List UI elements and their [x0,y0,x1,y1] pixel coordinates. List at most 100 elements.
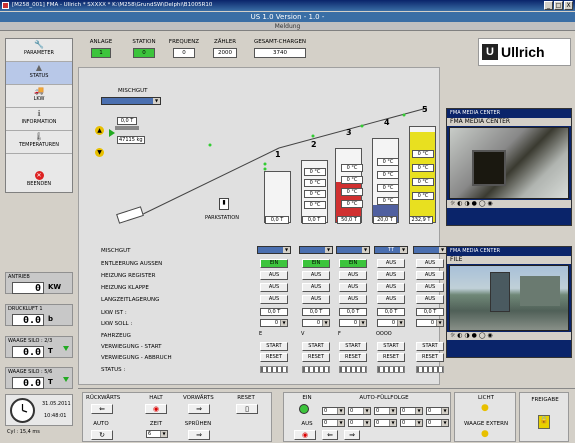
fuellfolge-select[interactable]: 0 ▼ [348,419,371,427]
langzeit-button-2[interactable]: AUS [302,295,330,304]
zeit-value: 6 [148,431,152,437]
aus-button[interactable]: ◉ [294,430,316,440]
fuellfolge-select[interactable]: 0 ▼ [426,407,449,415]
start-button-5[interactable]: START [416,342,444,351]
fuellfolge-select[interactable]: 0 ▼ [322,419,345,427]
spruehen-button[interactable]: ⇒ [188,430,210,440]
nav-parameter[interactable]: 🔧 PARAMETER [6,39,72,62]
reset-button[interactable]: ▯ [236,404,258,414]
cycle-time: Cyl : 15,4 ms [7,429,40,435]
heizreg-button-2[interactable]: AUS [302,271,330,280]
silo-3[interactable] [335,148,362,223]
fuellfolge-select[interactable]: 0 ▼ [374,419,397,427]
close-button[interactable]: X [564,1,573,10]
camera-window-1: FMA MEDIA CENTER FMA MEDIA CENTER ☼ ◐ ◑ … [446,108,572,226]
fuellfolge-select[interactable]: 0 ▼ [322,407,345,415]
lkw-soll-select-5[interactable]: 0 ▼ [416,319,444,327]
fuellfolge-value: 0 [428,408,432,414]
mischgut-select-1[interactable]: ▼ [257,246,291,254]
fuellfolge-select[interactable]: 0 ▼ [400,419,423,427]
lock-icon[interactable]: 🔒 [538,415,550,429]
halt-label: HALT [149,395,163,401]
lamp-icon[interactable]: ● [481,403,489,413]
silo-5-temp: 0 °C [412,178,434,186]
vorwaerts-button[interactable]: ⇒ [188,404,210,414]
start-button-2[interactable]: START [302,342,330,351]
reset-button-4[interactable]: RESET [377,353,405,362]
reset-button-1[interactable]: RESET [260,353,288,362]
langzeit-button-5[interactable]: AUS [416,295,444,304]
silo-fill [410,131,435,222]
fuellfolge-select[interactable]: 0 ▼ [426,419,449,427]
heizklappe-button-1[interactable]: AUS [260,283,288,292]
lkw-soll-select-2[interactable]: 0 ▼ [302,319,330,327]
antrieb-unit: KW [48,283,62,291]
auto-button[interactable]: ↻ [91,430,113,440]
heizreg-button-1[interactable]: AUS [260,271,288,280]
nav-information[interactable]: ℹ INFORMATION [6,108,72,131]
entleerung-button-1[interactable]: EIN [260,259,288,268]
wrench-icon: 🔧 [34,40,44,49]
rueckwaerts-button[interactable]: ⇐ [91,404,113,414]
mischgut-select-2[interactable]: ▼ [299,246,333,254]
nav-temperaturen[interactable]: 🌡 TEMPERATUREN [6,131,72,154]
halt-button[interactable]: ◉ [145,404,167,414]
fuellfolge-select[interactable]: 0 ▼ [374,407,397,415]
heizklappe-button-2[interactable]: AUS [302,283,330,292]
station-label: STATION [132,39,156,45]
mischgut-select-4[interactable]: TT ▼ [374,246,408,254]
entleerung-button-4[interactable]: AUS [377,259,405,268]
waage56-unit: T [48,378,53,386]
lamp-icon[interactable]: ☼ ◐ ◑ ● ◯ ◉ [450,200,493,207]
entleerung-button-5[interactable]: AUS [416,259,444,268]
heizreg-button-3[interactable]: AUS [339,271,367,280]
heizklappe-button-3[interactable]: AUS [339,283,367,292]
camera-2-file-menu[interactable]: FILE [450,256,462,263]
langzeit-button-3[interactable]: AUS [339,295,367,304]
lamp-icon[interactable]: ● [481,429,489,439]
ein-indicator[interactable] [299,404,309,414]
mischgut-select-3[interactable]: ▼ [336,246,370,254]
fuellfolge-select[interactable]: 0 ▼ [348,407,371,415]
heizklappe-button-5[interactable]: AUS [416,283,444,292]
langzeit-button-1[interactable]: AUS [260,295,288,304]
start-button-3[interactable]: START [339,342,367,351]
reset-button-5[interactable]: RESET [416,353,444,362]
entleerung-button-3[interactable]: EIN [339,259,367,268]
reset-button-2[interactable]: RESET [302,353,330,362]
silo-5[interactable] [409,126,436,223]
nav-label: LKW [33,96,45,102]
silo-4[interactable] [372,138,399,223]
nav-status[interactable]: ▲ STATUS [6,62,72,85]
fuell-left-button[interactable]: ⇐ [322,430,338,440]
lamp-icon[interactable]: ☼ ◐ ◑ ● ◯ ◉ [450,332,493,339]
lkw-ist-1: 0,0 T [260,308,288,316]
zeit-select[interactable]: 6 ▼ [146,430,168,438]
heizklappe-button-4[interactable]: AUS [377,283,405,292]
camera-window-2: FMA MEDIA CENTER FILE ☼ ◐ ◑ ● ◯ ◉ [446,246,572,358]
silo-4-temp: 0 °C [377,171,399,179]
clock-time: 10:48:01 [44,413,67,419]
heizreg-button-5[interactable]: AUS [416,271,444,280]
entleerung-button-2[interactable]: EIN [302,259,330,268]
maximize-button[interactable]: □ [554,1,563,10]
fuell-right-button[interactable]: ⇒ [344,430,360,440]
status-icon: ▲ [35,63,43,72]
langzeit-button-4[interactable]: AUS [377,295,405,304]
lkw-soll-select-3[interactable]: 0 ▼ [339,319,367,327]
silo-5-temp: 0 °C [412,192,434,200]
mischgut-select-5[interactable]: ▼ [413,246,447,254]
heizreg-button-4[interactable]: AUS [377,271,405,280]
start-button-4[interactable]: START [377,342,405,351]
minimize-button[interactable]: _ [544,1,553,10]
lkw-soll-select-1[interactable]: 0 ▼ [260,319,288,327]
gesamt-value: 3740 [254,48,306,58]
status-indicator-1 [260,366,288,373]
reset-button-3[interactable]: RESET [339,353,367,362]
nav-beenden[interactable]: ✕ BEENDEN [6,169,72,192]
start-button-1[interactable]: START [260,342,288,351]
fuellfolge-select[interactable]: 0 ▼ [400,407,423,415]
nav-lkw[interactable]: 🚚 LKW [6,85,72,108]
lkw-soll-select-4[interactable]: 0 ▼ [377,319,405,327]
window-title: [M258_001] FMA - Ullrich * SXXXX * K:\M2… [12,2,213,8]
